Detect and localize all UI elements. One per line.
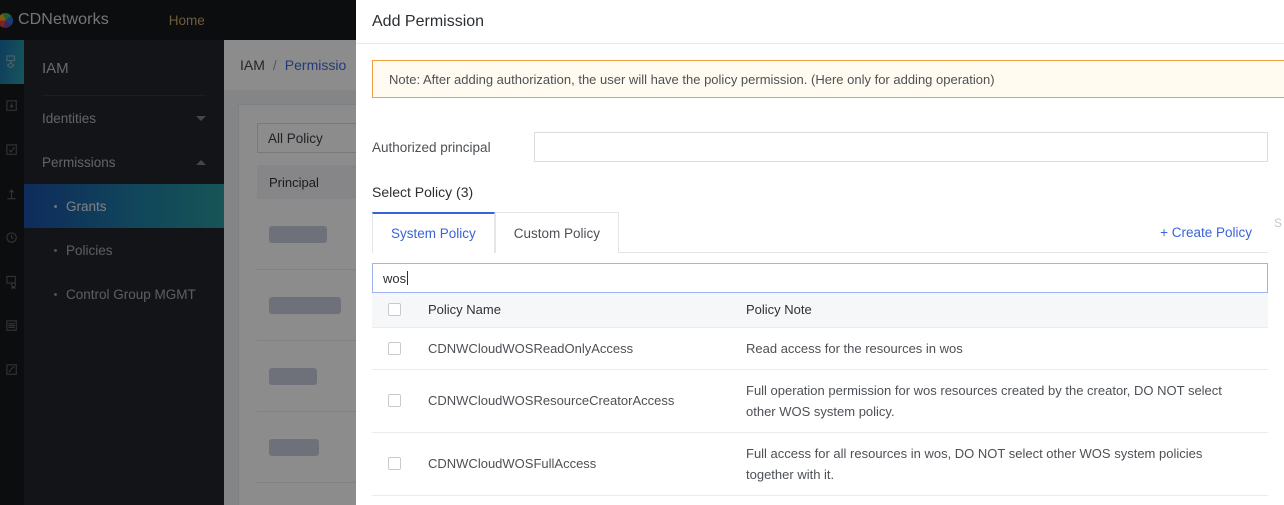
note-container: Note: After adding authorization, the us… (356, 60, 1284, 98)
text-cursor-icon (407, 271, 409, 285)
row-checkbox-cell (372, 432, 428, 496)
policy-search-input[interactable]: wos (372, 263, 1268, 293)
cdnetworks-logo-icon (0, 12, 13, 28)
row-policy-name: CDNWCloudWOSFullAccess (428, 432, 746, 496)
table-row[interactable]: CDNWCloudWOSReadOnlyAccess Read access f… (372, 327, 1268, 370)
policy-search-value: wos (383, 270, 407, 286)
screen-root: CDNetworks Home IAM Identities Permissio… (0, 0, 1284, 505)
policy-table-body: CDNWCloudWOSReadOnlyAccess Read access f… (372, 327, 1268, 505)
sidebar-group-identities[interactable]: Identities (24, 96, 224, 140)
sidebar-title: IAM (42, 60, 69, 77)
row-checkbox[interactable] (388, 394, 401, 407)
note-text: Note: After adding authorization, the us… (389, 71, 995, 87)
authorized-principal-input[interactable] (534, 132, 1268, 162)
redacted-value (269, 225, 327, 243)
rail-item-certificate[interactable] (0, 260, 24, 304)
sidebar-item-grants[interactable]: Grants (24, 184, 224, 228)
table-row[interactable]: CDNWCloudWOSFullAccess Full access for a… (372, 432, 1268, 496)
certificate-icon (5, 275, 20, 290)
clipped-edge-text: S (1273, 216, 1282, 230)
select-all-checkbox[interactable] (388, 303, 401, 317)
rail-item-clock[interactable] (0, 216, 24, 260)
tab-system-policy-label: System Policy (391, 226, 476, 241)
sidebar-item-control-group-mgmt[interactable]: Control Group MGMT (24, 272, 224, 316)
redacted-value (269, 296, 341, 314)
brand-name: CDNetworks (18, 11, 109, 28)
nav-link-home[interactable]: Home (169, 13, 205, 28)
upload-arrow-icon (5, 187, 20, 202)
empty-cell (746, 495, 1268, 505)
row-checkbox[interactable] (388, 457, 401, 470)
breadcrumb-root[interactable]: IAM (240, 57, 265, 73)
tab-custom-policy[interactable]: Custom Policy (494, 212, 620, 253)
rail-item-download-box[interactable] (0, 84, 24, 128)
row-policy-name: CDNWCloudWOSReadOnlyAccess (428, 327, 746, 370)
sidebar-group-permissions-label: Permissions (42, 154, 116, 170)
sidebar-item-policies[interactable]: Policies (24, 228, 224, 272)
chart-square-icon (5, 363, 20, 378)
note-banner: Note: After adding authorization, the us… (372, 60, 1284, 98)
modal-title: Add Permission (372, 12, 485, 30)
select-policy-title: Select Policy (3) (372, 184, 474, 200)
rail-item-chart-square[interactable] (0, 348, 24, 392)
create-policy-link[interactable]: + Create Policy (1160, 225, 1252, 252)
breadcrumb-separator: / (272, 57, 277, 73)
row-checkbox[interactable] (388, 341, 401, 355)
tab-system-policy[interactable]: System Policy (372, 212, 495, 253)
row-checkbox-cell (372, 327, 428, 370)
rail-item-stack-layers[interactable] (0, 304, 24, 348)
bullet-icon (54, 248, 57, 252)
sidebar: IAM Identities Permissions Grants Polici… (24, 40, 224, 505)
policy-table-head: Policy Name Policy Note (372, 293, 1268, 328)
policy-filter-label: All Policy (268, 130, 323, 146)
rail-item-upload-arrow[interactable] (0, 172, 24, 216)
bullet-icon (54, 204, 57, 208)
policy-table-header-row: Policy Name Policy Note (372, 293, 1268, 328)
redacted-value (269, 438, 319, 456)
tab-custom-policy-label: Custom Policy (513, 225, 601, 241)
sidebar-item-control-group-mgmt-label: Control Group MGMT (66, 286, 196, 302)
brand-logo[interactable]: CDNetworks (0, 11, 109, 29)
network-diagram-icon (5, 54, 20, 70)
row-policy-note: Full access for all resources in wos, DO… (746, 432, 1268, 496)
chevron-down-icon (196, 115, 206, 121)
stack-layers-icon (5, 319, 20, 334)
policy-table: Policy Name Policy Note CDNWCloudWOSRead… (372, 293, 1268, 505)
rail-item-network-diagram[interactable] (0, 40, 24, 84)
empty-cell (428, 495, 746, 505)
table-row-empty (372, 495, 1268, 505)
sidebar-item-grants-label: Grants (66, 198, 107, 214)
modal-body: Authorized principal Select Policy (3) S… (356, 98, 1284, 505)
row-policy-name: CDNWCloudWOSResourceCreatorAccess (428, 369, 746, 433)
add-permission-modal: Add Permission Note: After adding author… (356, 0, 1284, 505)
icon-rail (0, 40, 24, 505)
column-policy-note: Policy Note (746, 293, 1268, 328)
breadcrumb-current[interactable]: Permissio (285, 57, 346, 73)
empty-cell (372, 495, 428, 505)
sidebar-group-permissions[interactable]: Permissions (24, 140, 224, 184)
policy-search-wrap: wos (372, 263, 1268, 293)
checkbox-square-icon (5, 143, 20, 158)
modal-header: Add Permission (356, 0, 1284, 44)
background-column-principal: Principal (269, 174, 319, 190)
download-box-icon (5, 99, 20, 114)
table-row[interactable]: CDNWCloudWOSResourceCreatorAccess Full o… (372, 369, 1268, 433)
policy-tabs: System Policy Custom Policy + Create Pol… (372, 212, 1282, 253)
bullet-icon (54, 292, 57, 296)
redacted-value (269, 367, 317, 385)
sidebar-item-policies-label: Policies (66, 242, 113, 258)
row-policy-note: Read access for the resources in wos (746, 327, 1268, 370)
row-policy-note: Full operation permission for wos resour… (746, 369, 1268, 433)
rail-item-checkbox-square[interactable] (0, 128, 24, 172)
select-all-cell (372, 293, 428, 328)
sidebar-group-identities-label: Identities (42, 110, 97, 126)
clock-icon (5, 231, 20, 246)
row-checkbox-cell (372, 369, 428, 433)
column-policy-name: Policy Name (428, 293, 746, 328)
chevron-up-icon (196, 159, 206, 165)
authorized-principal-label: Authorized principal (372, 139, 491, 155)
authorized-principal-row: Authorized principal (372, 132, 1268, 162)
